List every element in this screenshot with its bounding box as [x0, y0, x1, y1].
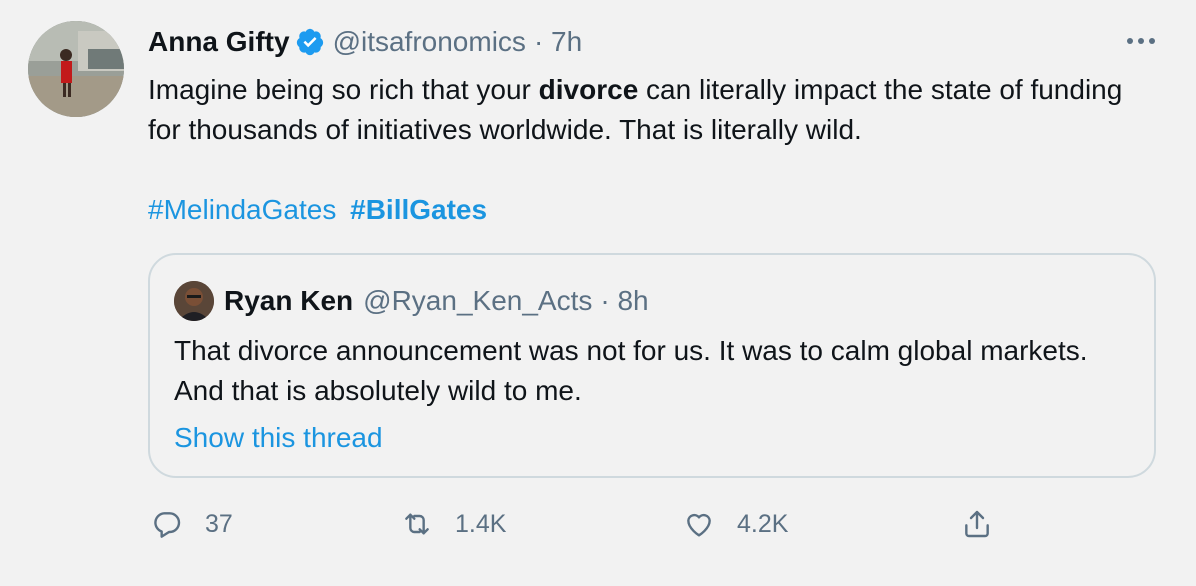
- share-icon: [965, 510, 989, 538]
- tweet-text-start: Imagine being so rich that your: [148, 74, 539, 105]
- hashtag-list: #MelindaGates #BillGates: [148, 190, 487, 230]
- author-name[interactable]: Anna Gifty: [148, 26, 290, 58]
- quoted-tweet[interactable]: Ryan Ken @Ryan_Ken_Acts · 8h That divorc…: [148, 253, 1156, 478]
- author-handle[interactable]: @itsafronomics: [333, 26, 526, 58]
- tweet-card[interactable]: Anna Gifty @itsafronomics · 7h Imagine b…: [0, 0, 1196, 586]
- hashtag-link[interactable]: #BillGates: [350, 194, 487, 225]
- tweet-text: Imagine being so rich that your divorce …: [148, 70, 1148, 150]
- share-button[interactable]: [961, 504, 993, 544]
- quoted-author-handle: @Ryan_Ken_Acts: [363, 285, 593, 316]
- retweet-count: 1.4K: [455, 509, 507, 538]
- reply-icon: [154, 512, 181, 538]
- tweet-header: Anna Gifty @itsafronomics · 7h: [148, 22, 582, 62]
- tweet-text-bold: divorce: [538, 74, 639, 105]
- quoted-tweet-header: Ryan Ken @Ryan_Ken_Acts · 8h: [224, 281, 649, 321]
- more-horizontal-icon: [1127, 38, 1155, 44]
- like-count: 4.2K: [737, 509, 789, 538]
- retweet-icon: [405, 513, 429, 535]
- author-avatar[interactable]: [28, 21, 124, 117]
- retweet-button[interactable]: 1.4K: [401, 504, 506, 544]
- like-button[interactable]: 4.2K: [683, 504, 788, 544]
- heart-icon: [687, 513, 711, 537]
- quoted-author-name: Ryan Ken: [224, 285, 354, 316]
- quoted-tweet-text: That divorce announcement was not for us…: [174, 335, 1088, 406]
- show-thread-link[interactable]: Show this thread: [174, 418, 383, 458]
- tweet-timestamp[interactable]: · 7h: [534, 26, 582, 58]
- quoted-tweet-timestamp: · 8h: [600, 285, 649, 316]
- reply-button[interactable]: 37: [151, 504, 233, 544]
- more-options-button[interactable]: [1124, 28, 1158, 54]
- quoted-author-avatar[interactable]: [174, 281, 214, 321]
- verified-badge-icon: [295, 27, 325, 57]
- reply-count: 37: [205, 509, 233, 538]
- hashtag-link[interactable]: #MelindaGates: [148, 194, 336, 225]
